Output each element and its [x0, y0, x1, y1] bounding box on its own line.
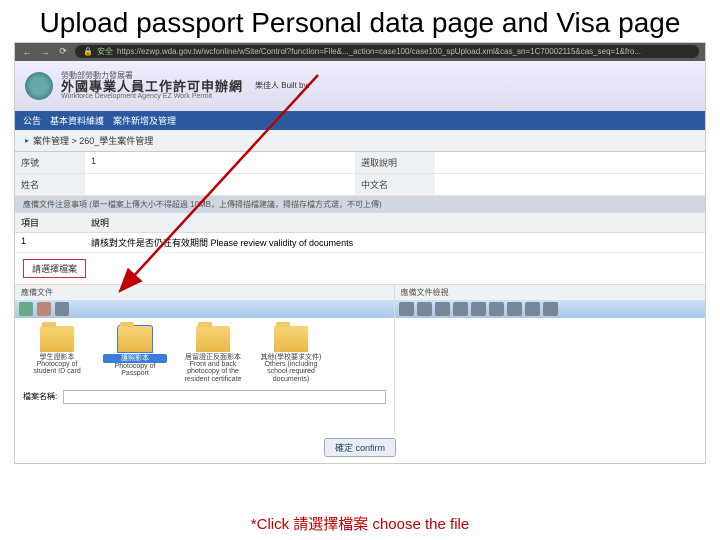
site-title: 外國專業人員工作許可申辦網: [61, 80, 243, 93]
name-label: 姓名: [15, 174, 85, 195]
folder-list: 學生證影本 Photocopy of student ID card 護照影本 …: [15, 318, 394, 387]
tool-icon[interactable]: [507, 302, 522, 316]
toolbar-icon[interactable]: [55, 302, 69, 316]
tool-icon[interactable]: [417, 302, 432, 316]
tool-icon[interactable]: [471, 302, 486, 316]
filename-label: 檔案名稱:: [23, 391, 57, 402]
select-desc-value: [435, 152, 705, 173]
toolbar-icon[interactable]: [37, 302, 51, 316]
folder-icon: [274, 326, 308, 352]
browser-chrome-bar: ← → ⟳ 🔒 安全 https://ezwp.wda.gov.tw/wcfon…: [15, 43, 705, 61]
filename-row: 檔案名稱:: [15, 387, 394, 410]
folder-others[interactable]: 其他(學校要求文件) Others (including school requ…: [259, 326, 323, 383]
slide-title: Upload passport Personal data page and V…: [0, 0, 720, 42]
serial-label: 序號: [15, 152, 85, 173]
folder-passport[interactable]: 護照影本 Photocopy of Passport: [103, 326, 167, 383]
upload-note: 應備文件注意事項 (單一檔案上傳大小不得超過 10MB，上傳掃描檔建議，掃描存檔…: [15, 196, 705, 213]
preview-toolbar: [395, 300, 706, 318]
caret-icon: ▸: [25, 136, 29, 145]
secure-label: 安全: [97, 46, 113, 57]
built-by-label: 樂佳人 Built by:: [255, 80, 310, 91]
lock-icon: 🔒: [83, 47, 93, 56]
form-area: 序號 1 選取說明 姓名 中文名 應備文件注意事項 (單一檔案上傳大小不得超過 …: [15, 152, 705, 463]
folder-icon: [118, 326, 152, 352]
toolbar-icon[interactable]: [19, 302, 33, 316]
file-panel: 應備文件 學生證影本 Photocopy of student ID card …: [15, 284, 705, 434]
serial-value: 1: [85, 152, 355, 173]
site-header: 勞動部勞動力發展署 外國專業人員工作許可申辦網 Workforce Develo…: [15, 61, 705, 111]
item-col-label: 項目: [15, 213, 85, 232]
item-number: 1: [15, 233, 85, 252]
site-title-en: Workforce Development Agency EZ Work Per…: [61, 93, 243, 100]
folder-student-id[interactable]: 學生證影本 Photocopy of student ID card: [25, 326, 89, 383]
preview-area: [395, 318, 706, 434]
folder-icon: [40, 326, 74, 352]
tool-icon[interactable]: [435, 302, 450, 316]
top-nav[interactable]: 公告 基本資料維護 案件新增及管理: [15, 111, 705, 130]
tool-icon[interactable]: [399, 302, 414, 316]
preview-title: 應備文件檢視: [395, 285, 706, 300]
address-bar[interactable]: 🔒 安全 https://ezwp.wda.gov.tw/wcfonline/w…: [75, 45, 699, 58]
reload-icon[interactable]: ⟳: [57, 46, 69, 57]
file-toolbar: [15, 300, 394, 318]
file-browser-panel: 應備文件 學生證影本 Photocopy of student ID card …: [15, 285, 395, 434]
tool-icon[interactable]: [453, 302, 468, 316]
breadcrumb: ▸ 案件管理 > 260_學生案件管理: [15, 130, 705, 152]
desc-col-label: 說明: [85, 213, 115, 232]
breadcrumb-text: 案件管理 > 260_學生案件管理: [33, 134, 153, 147]
tool-icon[interactable]: [489, 302, 504, 316]
choose-file-button[interactable]: 請選擇檔案: [23, 259, 86, 278]
slide-footer-note: *Click 請選擇檔案 choose the file: [0, 513, 720, 534]
item-description: 請核對文件是否仍在有效期間 Please review validity of …: [85, 233, 359, 252]
back-icon[interactable]: ←: [21, 47, 33, 57]
chinese-name-value: [435, 174, 705, 195]
tool-icon[interactable]: [543, 302, 558, 316]
browser-window: ← → ⟳ 🔒 安全 https://ezwp.wda.gov.tw/wcfon…: [14, 42, 706, 464]
select-desc-label: 選取說明: [355, 152, 435, 173]
confirm-button[interactable]: 確定 confirm: [324, 438, 396, 457]
filename-input[interactable]: [63, 390, 385, 404]
chinese-name-label: 中文名: [355, 174, 435, 195]
item-row: 1 請核對文件是否仍在有效期間 Please review validity o…: [15, 233, 705, 253]
preview-panel: 應備文件檢視: [395, 285, 706, 434]
folder-icon: [196, 326, 230, 352]
name-value: [85, 174, 355, 195]
forward-icon[interactable]: →: [39, 47, 51, 57]
tool-icon[interactable]: [525, 302, 540, 316]
site-logo-icon: [25, 72, 53, 100]
file-browser-title: 應備文件: [15, 285, 394, 300]
folder-arc[interactable]: 居留證正反面影本 Front and back photocopy of the…: [181, 326, 245, 383]
url-text: https://ezwp.wda.gov.tw/wcfonline/wSite/…: [117, 47, 641, 56]
item-header: 項目 說明: [15, 213, 705, 233]
